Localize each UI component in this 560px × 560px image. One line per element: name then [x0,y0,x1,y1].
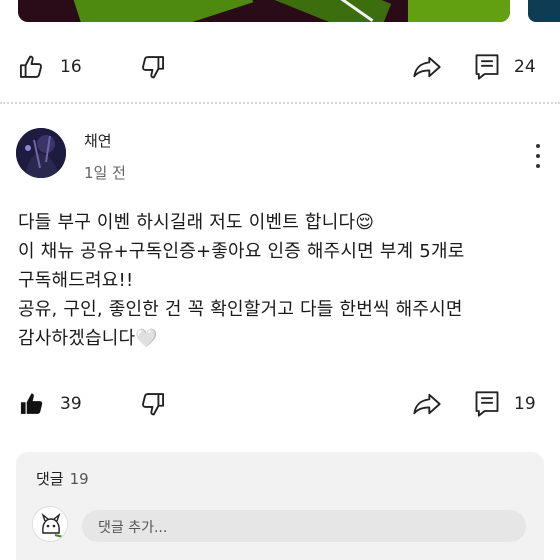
comment-line: 공유, 구인, 좋인한 건 꼭 확인할거고 다들 한번씩 해주시면 [18,299,463,320]
share-icon [413,56,441,78]
comment-line: 구독해드려요!! [18,270,134,291]
replies-panel[interactable]: 댓글 19 댓글 추가... [16,452,544,560]
comment-line: 이 채뉴 공유+구독인증+좋아요 인증 해주시면 부계 5개로 [18,241,465,262]
post-action-bar: 16 24 [0,47,560,87]
comment-share-button[interactable] [412,384,442,424]
replies-count: 19 [69,470,89,488]
post-dislike-button[interactable] [138,47,166,87]
comment-dislike-button[interactable] [138,384,166,424]
post-share-button[interactable] [412,47,442,87]
post-comment-count: 24 [514,57,536,77]
comment-like-button[interactable]: 39 [18,384,82,424]
post-image[interactable] [18,0,510,22]
comment-author-avatar[interactable] [16,128,66,178]
comment-text: 다들 부구 이벤 하시길래 저도 이벤트 합니다😌 이 채뉴 공유+구독인증+좋… [18,208,548,353]
add-comment-input[interactable]: 댓글 추가... [82,510,526,542]
thumbs-down-icon [142,393,165,416]
post-image-strip [0,0,560,24]
thumbs-down-icon [142,56,165,79]
post-like-button[interactable]: 16 [18,47,82,87]
more-vertical-icon [536,144,540,148]
comment-like-count: 39 [60,394,82,414]
comment-author-name[interactable]: 채연 [84,130,112,151]
current-user-avatar [32,506,68,542]
post-comments-button[interactable]: 24 [474,47,536,87]
comment-more-button[interactable] [528,144,548,168]
section-divider [0,102,560,104]
comment-action-bar: 39 19 [0,384,560,424]
comment-icon [475,391,499,417]
post-like-count: 16 [60,57,82,77]
thumbs-up-filled-icon [20,393,43,414]
share-icon [413,393,441,415]
comment-replies-button[interactable]: 19 [474,384,536,424]
comment-line: 감사하겠습니다🤍 [18,328,158,349]
comment-reply-count: 19 [514,394,536,414]
comment-icon [475,54,499,80]
thumbs-up-icon [19,55,42,78]
replies-header: 댓글 19 [36,468,89,489]
comment-line: 다들 부구 이벤 하시길래 저도 이벤트 합니다😌 [18,212,375,233]
post-image-next[interactable] [528,0,560,22]
comment-timestamp: 1일 전 [84,164,126,182]
replies-title: 댓글 [36,470,64,488]
